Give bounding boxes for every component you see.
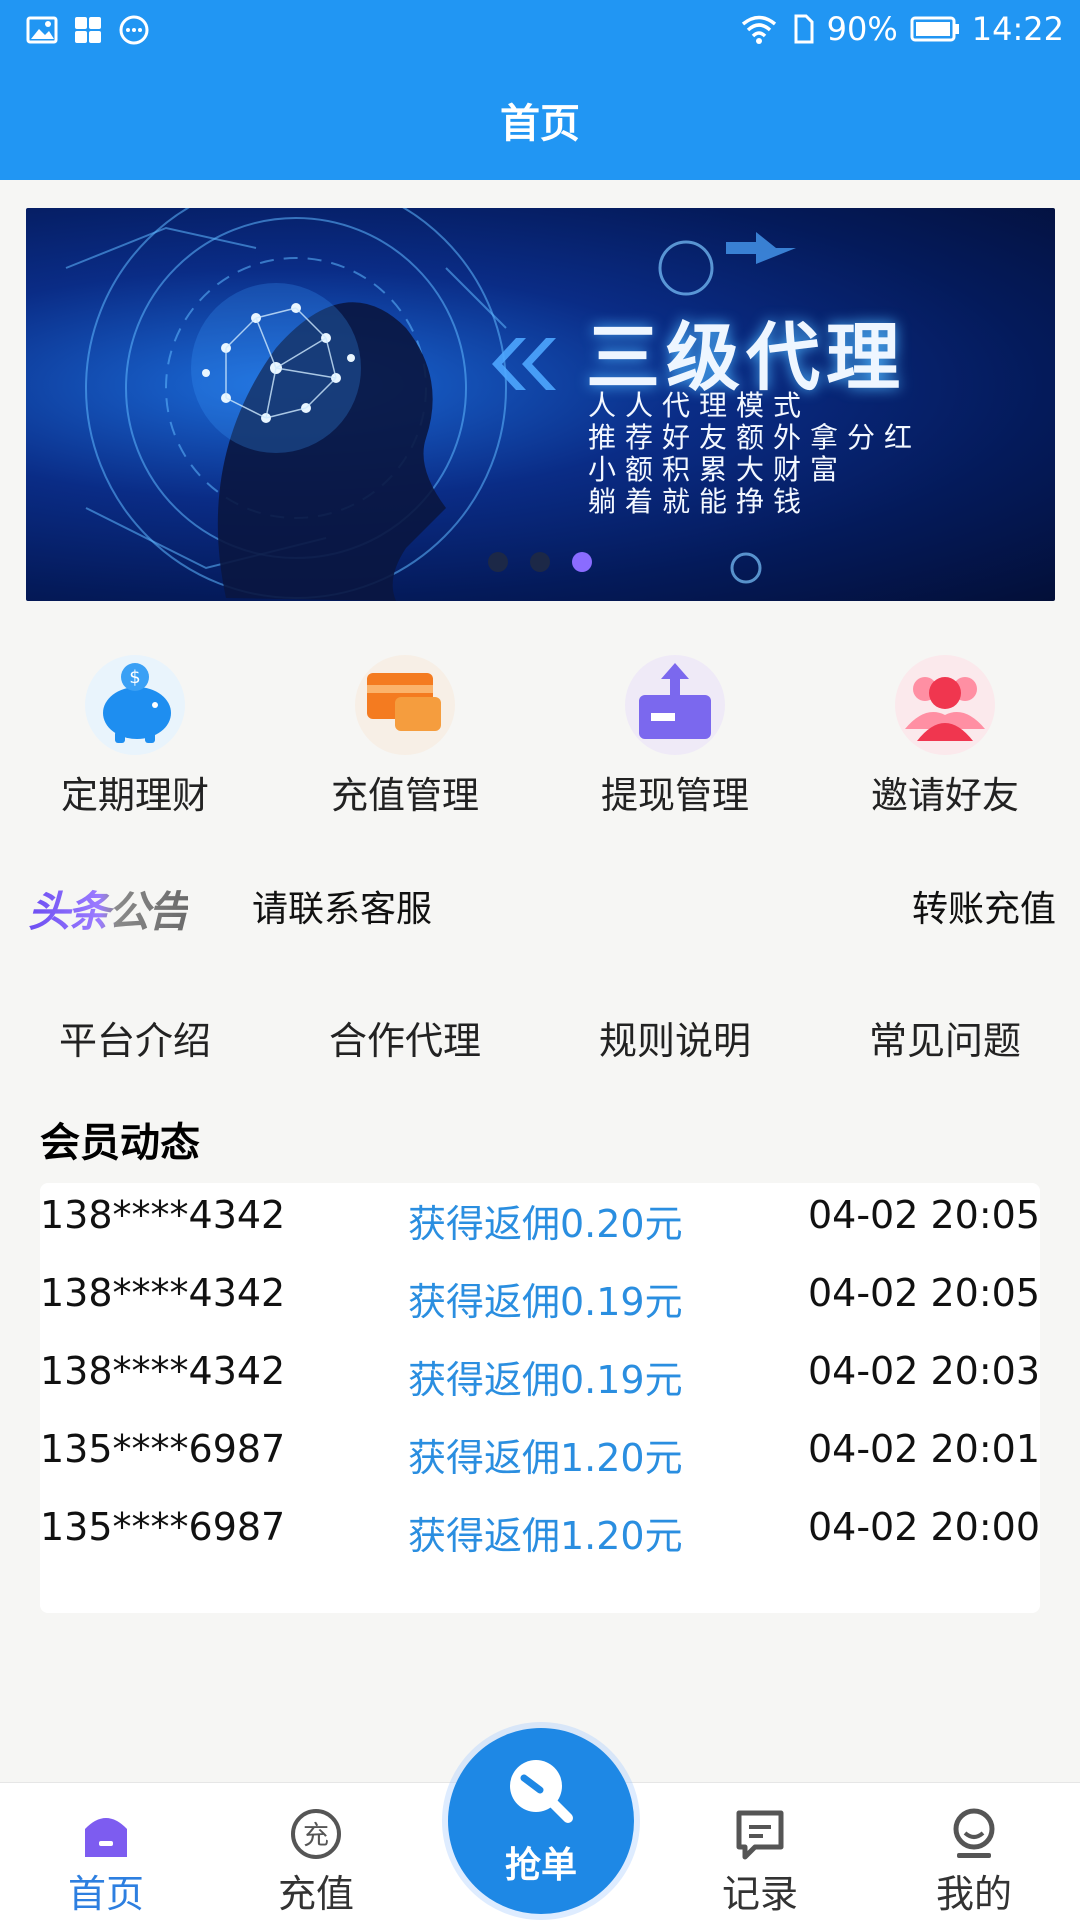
clock: 14:22 — [971, 10, 1064, 48]
grab-order-button[interactable]: 抢单 — [448, 1728, 634, 1914]
link-faq[interactable]: 常见问题 — [810, 1010, 1080, 1070]
battery-icon — [910, 16, 959, 42]
list-item: 135****6987 获得返佣1.20元 04-02 20:00 — [40, 1495, 1040, 1573]
withdraw-icon — [625, 655, 725, 755]
event-time: 04-02 20:01 — [807, 1427, 1040, 1471]
link-platform-intro[interactable]: 平台介绍 — [0, 1010, 270, 1070]
member-feed-title: 会员动态 — [40, 1120, 200, 1166]
event-time: 04-02 20:05 — [807, 1271, 1040, 1315]
menu-label: 邀请好友 — [871, 774, 1019, 817]
banner-line-4: 躺着就能挣钱 — [588, 485, 811, 518]
commission-message: 获得返佣1.20元 — [408, 1514, 683, 1558]
commission-message: 获得返佣0.19元 — [408, 1358, 683, 1402]
status-bar: 90% 14:22 — [0, 0, 1080, 62]
banner-dot[interactable] — [488, 552, 508, 572]
member-feed-list: 138****4342 获得返佣0.20元 04-02 20:05 138***… — [40, 1183, 1040, 1613]
commission-message: 获得返佣1.20元 — [408, 1436, 683, 1480]
tab-label: 首页 — [67, 1872, 144, 1916]
event-time: 04-02 20:05 — [807, 1193, 1040, 1237]
tab-label: 充值 — [277, 1872, 354, 1916]
link-rules[interactable]: 规则说明 — [540, 1010, 810, 1070]
list-item: 135****6987 获得返佣1.20元 04-02 20:01 — [40, 1417, 1040, 1495]
list-item: 138****4342 获得返佣0.19元 04-02 20:03 — [40, 1339, 1040, 1417]
notice-bar[interactable]: 头条公告 请联系客服 转账充值 — [0, 870, 1080, 940]
page-title: 首页 — [500, 101, 580, 147]
status-left-icons — [26, 14, 150, 46]
status-right: 90% 14:22 — [739, 10, 1064, 48]
chat-icon — [119, 15, 149, 45]
wifi-icon — [741, 15, 776, 44]
member-phone: 138****4342 — [40, 1193, 286, 1237]
banner-pagination — [488, 552, 592, 572]
menu-label: 定期理财 — [61, 774, 209, 817]
member-phone: 138****4342 — [40, 1349, 286, 1393]
piggy-bank-icon: $ — [85, 655, 185, 755]
promo-banner[interactable]: 三级代理 人人代理模式 推荐好友额外拿分红 小额积累大财富 躺着就能挣钱 — [26, 208, 1055, 601]
grab-order-label: 抢单 — [504, 1845, 577, 1886]
event-time: 04-02 20:03 — [807, 1349, 1040, 1393]
tab-records[interactable]: 记录 — [660, 1783, 860, 1920]
tab-label: 我的 — [935, 1872, 1012, 1916]
notice-logo: 头条公告 — [28, 878, 190, 939]
menu-item-invite-friends[interactable]: 邀请好友 — [810, 655, 1080, 817]
member-phone: 135****6987 — [40, 1505, 286, 1549]
tab-home[interactable]: 首页 — [6, 1783, 206, 1920]
member-phone: 138****4342 — [40, 1271, 286, 1315]
list-item: 138****4342 获得返佣0.20元 04-02 20:05 — [40, 1183, 1040, 1261]
menu-item-withdraw-manage[interactable]: 提现管理 — [540, 655, 810, 817]
tab-recharge[interactable]: 充 充值 — [216, 1783, 416, 1920]
app-header: 首页 — [0, 62, 1080, 180]
search-grab-icon — [510, 1760, 573, 1823]
image-icon — [26, 16, 58, 44]
banner-dot[interactable] — [530, 552, 550, 572]
tab-label: 记录 — [721, 1872, 798, 1916]
transfer-recharge-link[interactable]: 转账充值 — [912, 880, 1056, 932]
link-cooperation-agent[interactable]: 合作代理 — [270, 1010, 540, 1070]
svg-text:$: $ — [129, 667, 140, 688]
banner-dot-active[interactable] — [572, 552, 592, 572]
battery-percent: 90% — [826, 10, 898, 48]
tab-profile[interactable]: 我的 — [874, 1783, 1074, 1920]
profile-icon — [947, 1807, 1001, 1861]
commission-message: 获得返佣0.19元 — [408, 1280, 683, 1324]
list-item: 138****4342 获得返佣0.19元 04-02 20:05 — [40, 1261, 1040, 1339]
recharge-icon: 充 — [289, 1807, 343, 1861]
menu-item-fixed-finance[interactable]: $ 定期理财 — [0, 655, 270, 817]
apps-icon — [75, 17, 101, 43]
home-icon — [79, 1807, 133, 1861]
commission-message: 获得返佣0.20元 — [408, 1202, 683, 1246]
menu-label: 提现管理 — [601, 774, 749, 817]
info-links: 平台介绍 合作代理 规则说明 常见问题 — [0, 1010, 1080, 1070]
sim-icon — [794, 14, 814, 44]
quick-menu: $ 定期理财 充值管理 提现管理 邀请好友 — [0, 655, 1080, 817]
member-phone: 135****6987 — [40, 1427, 286, 1471]
record-icon — [733, 1807, 787, 1861]
notice-text: 请联系客服 — [252, 889, 433, 930]
menu-item-recharge-manage[interactable]: 充值管理 — [270, 655, 540, 817]
event-time: 04-02 20:00 — [807, 1505, 1040, 1549]
card-icon — [355, 655, 455, 755]
svg-text:充: 充 — [303, 1821, 329, 1851]
friends-icon — [895, 655, 995, 755]
menu-label: 充值管理 — [331, 774, 479, 817]
